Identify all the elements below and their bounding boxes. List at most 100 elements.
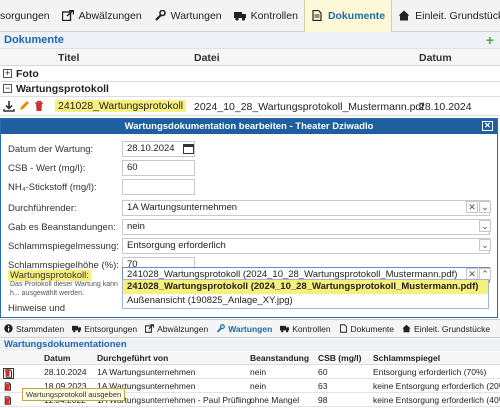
wartungsdoku-header: Wartungsdokumentationen — [0, 339, 500, 351]
label-durchfuehrender: Durchführender: — [8, 203, 77, 214]
top-tab-bar: sorgungen Abwälzungen Wartungen Kontroll… — [0, 0, 500, 32]
row-level: keine Entsorgung erforderlich (40%) — [373, 395, 500, 405]
schlammspiegelmessung-select[interactable]: Entsorgung erforderlich — [122, 238, 490, 254]
tab-entsorgungen-label: Entsorgungen — [84, 323, 138, 334]
beanstandungen-select[interactable]: nein — [122, 219, 490, 235]
expand-icon[interactable]: + — [3, 69, 12, 78]
document-title[interactable]: 241028_Wartungsprotokoll — [55, 100, 187, 112]
field-csb: CSB - Wert (mg/l): 60 — [1, 159, 497, 177]
external-link-icon — [61, 9, 74, 22]
dropdown-option[interactable]: 241028_Wartungsprotokoll (2024_10_28_War… — [123, 280, 488, 294]
chevron-down-icon[interactable]: ⌄ — [479, 220, 491, 232]
label-schlammspiegelmessung: Schlammspiegelmessung: — [8, 241, 119, 252]
truck-icon — [233, 10, 246, 21]
tab-einleit-grundstuecke-label: Einleit. Grundstücke — [415, 9, 500, 22]
label-csb: CSB - Wert (mg/l): — [8, 163, 86, 174]
wartungsdoku-table-header: Datum Durchgeführt von Beanstandung CSB … — [0, 352, 500, 365]
col-schlammspiegel: Schlammspiegel — [373, 353, 441, 363]
table-row[interactable]: 28.10.2024 1A Wartungsunternehmen nein 6… — [0, 366, 500, 379]
wartungsdoku-title: Wartungsdokumentationen — [4, 339, 127, 350]
dropdown-option[interactable]: Außenansicht (190825_Anlage_XY.jpg) — [123, 294, 488, 308]
wartungsprotokoll-dropdown[interactable]: 241028_Wartungsprotokoll (2024_10_28_War… — [122, 279, 489, 309]
bottom-tab-bar: Stammdaten Entsorgungen Abwälzungen Wart… — [0, 319, 500, 338]
tab-abwaelzungen[interactable]: Abwälzungen — [56, 0, 148, 32]
field-datum: Datum der Wartung: 28.10.2024 — [1, 140, 497, 158]
document-icon — [311, 9, 323, 22]
row-by: 1A Wartungsunternehmen — [97, 367, 196, 377]
tab-einleit-grundstuecke[interactable]: Einleit. Grundstücke — [392, 0, 500, 32]
tab-kontrollen-bottom[interactable]: Kontrollen — [276, 324, 334, 334]
collapse-icon[interactable]: − — [3, 84, 12, 93]
dokumente-panel-header: Dokumente + — [0, 32, 500, 49]
tab-entsorgungen-label: sorgungen — [0, 9, 50, 22]
external-link-icon — [144, 324, 155, 333]
row-csb: 63 — [318, 381, 328, 391]
col-csb: CSB (mg/l) — [318, 353, 362, 363]
row-csb: 60 — [318, 367, 328, 377]
row-date: 28.10.2024 — [44, 367, 87, 377]
field-nh4: NH₄-Stickstoff (mg/l): — [1, 178, 497, 196]
wartungsprotokoll-hint: Das Protokoll dieser Wartung kann h... a… — [10, 281, 118, 297]
tab-einleit-grundstuecke-bottom[interactable]: Einleit. Grundstücke — [398, 324, 494, 334]
trash-icon[interactable] — [3, 396, 12, 405]
group-foto-label: Foto — [16, 68, 39, 80]
tab-wartungen-label: Wartungen — [170, 9, 222, 22]
tab-wartungen-bottom[interactable]: Wartungen — [212, 324, 276, 334]
tooltip: Wartungsprotokoll ausgeben — [22, 388, 126, 401]
dialog-title-bar: Wartungsdokumentation bearbeiten - Theat… — [1, 119, 497, 134]
tab-stammdaten-label: Stammdaten — [16, 323, 65, 334]
calendar-icon[interactable] — [183, 143, 195, 155]
row-issue: nein — [250, 381, 267, 391]
clear-icon[interactable]: ✕ — [466, 201, 478, 213]
dialog-title: Wartungsdokumentation bearbeiten - Theat… — [124, 121, 374, 132]
document-date: 28.10.2024 — [419, 101, 472, 113]
tab-kontrollen[interactable]: Kontrollen — [228, 0, 304, 32]
tab-abwaelzungen-bottom[interactable]: Abwälzungen — [141, 324, 212, 334]
label-nh4: NH₄-Stickstoff (mg/l): — [8, 182, 97, 193]
label-datum: Datum der Wartung: — [8, 144, 94, 155]
truck-icon — [280, 324, 290, 333]
dokumente-title: Dokumente — [4, 34, 64, 46]
tab-dokumente-bottom[interactable]: Dokumente — [335, 324, 398, 334]
tab-abwaelzungen-label: Abwälzungen — [157, 323, 209, 334]
trash-icon[interactable] — [3, 368, 12, 377]
chevron-down-icon[interactable]: ⌄ — [479, 239, 491, 251]
add-document-icon[interactable]: + — [486, 32, 494, 48]
tab-entsorgungen-bottom[interactable]: Entsorgungen — [68, 324, 141, 334]
tab-entsorgungen[interactable]: sorgungen — [0, 0, 56, 32]
tab-abwaelzungen-label: Abwälzungen — [78, 9, 142, 22]
document-row[interactable]: 241028_Wartungsprotokoll 2024_10_28_Wart… — [0, 98, 500, 116]
tab-wartungen[interactable]: Wartungen — [148, 0, 228, 32]
close-icon[interactable]: ✕ — [482, 121, 493, 131]
tab-dokumente[interactable]: Dokumente — [303, 0, 393, 32]
tab-kontrollen-label: Kontrollen — [250, 9, 298, 22]
row-issue: nein — [250, 367, 267, 377]
pencil-icon[interactable] — [18, 100, 30, 112]
field-durchfuehrender: Durchführender: 1A Wartungsunternehmen ✕… — [1, 199, 497, 217]
document-icon — [339, 324, 348, 333]
wrench-icon — [216, 324, 226, 333]
col-beanstandung: Beanstandung — [250, 353, 310, 363]
row-level: Entsorgung erforderlich (70%) — [373, 367, 487, 377]
field-schlammspiegelmessung: Schlammspiegelmessung: Entsorgung erford… — [1, 237, 497, 255]
tab-dokumente-label: Dokumente — [327, 9, 386, 22]
nh4-input[interactable] — [122, 179, 195, 195]
durchfuehrender-select[interactable]: 1A Wartungsunternehmen — [122, 200, 490, 216]
trash-icon[interactable] — [3, 382, 12, 391]
info-icon — [4, 324, 13, 333]
col-titel: Titel — [58, 52, 80, 64]
field-beanstandungen: Gab es Beanstandungen: nein ⌄ — [1, 218, 497, 236]
label-beanstandungen: Gab es Beanstandungen: — [8, 222, 116, 233]
group-wartungsprotokoll-label: Wartungsprotokoll — [16, 83, 109, 95]
row-issue: ohne Mangel — [250, 395, 300, 405]
download-icon[interactable] — [3, 100, 15, 112]
tab-stammdaten[interactable]: Stammdaten — [0, 324, 68, 334]
truck-icon — [72, 324, 82, 333]
group-wartungsprotokoll[interactable]: − Wartungsprotokoll — [0, 81, 500, 97]
csb-input[interactable]: 60 — [122, 160, 195, 176]
wrench-icon — [154, 9, 166, 21]
chevron-down-icon[interactable]: ⌄ — [479, 201, 491, 213]
col-durchgefuehrt: Durchgeführt von — [97, 353, 169, 363]
trash-icon[interactable] — [33, 100, 45, 112]
group-foto[interactable]: + Foto — [0, 66, 500, 82]
